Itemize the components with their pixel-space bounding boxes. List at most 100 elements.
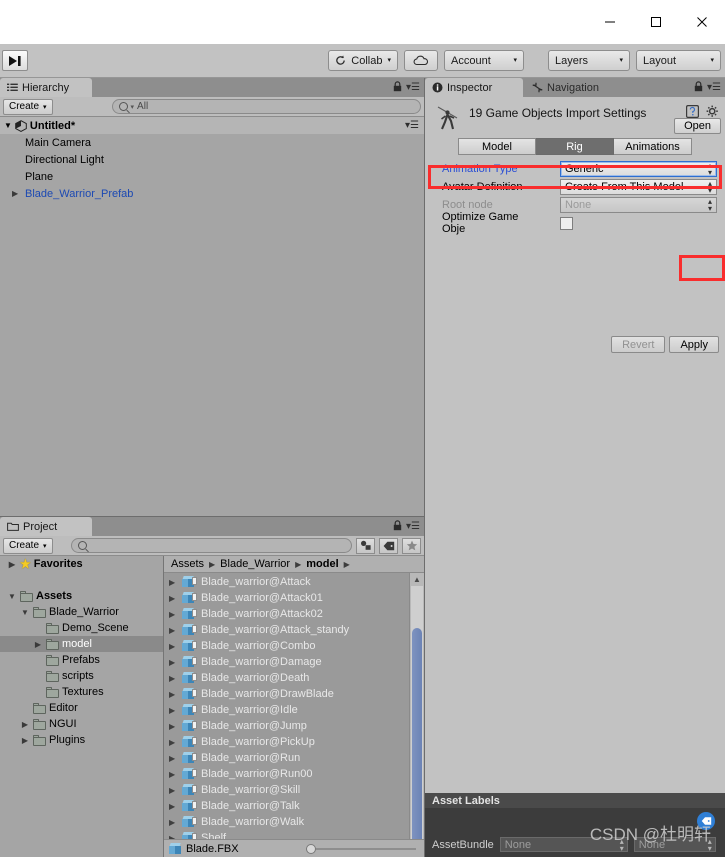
- lock-icon[interactable]: [393, 520, 402, 534]
- file-list-item[interactable]: ▶ Blade_warrior@PickUp: [164, 734, 424, 750]
- hierarchy-search-input[interactable]: ▾ All: [111, 99, 421, 114]
- panel-menu-icon[interactable]: ▾☰: [406, 82, 420, 93]
- file-list-item[interactable]: ▶ Blade_warrior@Damage: [164, 654, 424, 670]
- chevron-right-icon[interactable]: ▶: [169, 722, 179, 731]
- project-tree-item[interactable]: scripts: [0, 668, 163, 684]
- chevron-down-icon[interactable]: ▼: [4, 121, 12, 130]
- file-list-item[interactable]: ▶ Blade_warrior@Attack01: [164, 590, 424, 606]
- tab-hierarchy[interactable]: Hierarchy: [0, 78, 92, 97]
- hierarchy-scene-root[interactable]: ▼ Untitled* ▾☰: [0, 117, 424, 134]
- icon-size-slider[interactable]: [306, 843, 416, 855]
- chevron-right-icon[interactable]: ▶: [169, 754, 179, 763]
- collab-button[interactable]: Collab ▾: [328, 50, 398, 71]
- chevron-right-icon[interactable]: ▶: [169, 802, 179, 811]
- label-filter-icon[interactable]: [379, 537, 398, 554]
- breadcrumb-segment[interactable]: model: [306, 558, 338, 570]
- chevron-right-icon[interactable]: ▶: [20, 736, 30, 745]
- apply-button[interactable]: Apply: [669, 336, 719, 353]
- chevron-right-icon[interactable]: ▶: [169, 786, 179, 795]
- tab-navigation[interactable]: Navigation: [525, 78, 608, 97]
- hierarchy-item[interactable]: Plane: [0, 168, 424, 185]
- project-tree-item[interactable]: ▶ Plugins: [0, 732, 163, 748]
- chevron-right-icon[interactable]: ▶: [169, 770, 179, 779]
- assetbundle-dropdown[interactable]: None ▴ ▾: [499, 837, 628, 852]
- file-list-item[interactable]: ▶ Blade_warrior@Attack_standy: [164, 622, 424, 638]
- type-filter-icon[interactable]: [356, 537, 375, 554]
- file-list-item[interactable]: ▶ Blade_warrior@Skill: [164, 782, 424, 798]
- tab-project[interactable]: Project: [0, 517, 92, 536]
- tab-inspector[interactable]: Inspector: [425, 78, 523, 97]
- open-button[interactable]: Open: [674, 118, 721, 134]
- project-tree-item[interactable]: ▶ ★ Favorites: [0, 556, 163, 572]
- minimize-icon[interactable]: [587, 0, 633, 44]
- chevron-down-icon[interactable]: ▼: [20, 608, 30, 617]
- revert-button[interactable]: Revert: [611, 336, 666, 353]
- scrollbar-thumb[interactable]: [412, 628, 422, 847]
- project-tree-item[interactable]: ▼ Blade_Warrior: [0, 604, 163, 620]
- hierarchy-create-button[interactable]: Create ▾: [3, 98, 53, 115]
- layers-button[interactable]: Layers ▾: [548, 50, 630, 71]
- chevron-right-icon[interactable]: ▶: [169, 578, 179, 587]
- file-list-item[interactable]: ▶ Blade_warrior@Attack: [164, 574, 424, 590]
- file-list-item[interactable]: ▶ Blade_warrior@Idle: [164, 702, 424, 718]
- file-list-item[interactable]: ▶ Blade_warrior@Run: [164, 750, 424, 766]
- project-tree-item[interactable]: ▼ Assets: [0, 588, 163, 604]
- scroll-up-arrow-icon[interactable]: ▲: [410, 573, 424, 586]
- chevron-right-icon[interactable]: ▶: [20, 720, 30, 729]
- chevron-right-icon[interactable]: ▶: [169, 818, 179, 827]
- assetbundle-variant-dropdown[interactable]: None ▴ ▾: [633, 837, 716, 852]
- import-tab-model[interactable]: Model: [458, 138, 536, 155]
- file-list-item[interactable]: ▶ Blade_warrior@Combo: [164, 638, 424, 654]
- field-dropdown[interactable]: None ▴ ▾: [560, 197, 717, 213]
- chevron-right-icon[interactable]: ▶: [169, 658, 179, 667]
- chevron-right-icon[interactable]: ▶: [169, 626, 179, 635]
- field-dropdown[interactable]: Generic ▴ ▾: [560, 161, 717, 177]
- file-list-item[interactable]: ▶ Blade_warrior@Run00: [164, 766, 424, 782]
- project-create-button[interactable]: Create ▾: [3, 537, 53, 554]
- project-tree-item[interactable]: Textures: [0, 684, 163, 700]
- lock-icon[interactable]: [694, 81, 703, 95]
- file-list-item[interactable]: ▶ Blade_warrior@Talk: [164, 798, 424, 814]
- chevron-right-icon[interactable]: ▶: [169, 738, 179, 747]
- breadcrumb-segment[interactable]: Assets: [171, 558, 204, 570]
- project-tree-item[interactable]: Prefabs: [0, 652, 163, 668]
- layout-button[interactable]: Layout ▾: [636, 50, 721, 71]
- breadcrumb-segment[interactable]: Blade_Warrior: [220, 558, 290, 570]
- file-list-item[interactable]: ▶ Blade_warrior@Attack02: [164, 606, 424, 622]
- chevron-down-icon[interactable]: ▼: [7, 592, 17, 601]
- chevron-right-icon[interactable]: ▶: [169, 642, 179, 651]
- file-list-item[interactable]: ▶ Blade_warrior@Death: [164, 670, 424, 686]
- label-tag-icon[interactable]: [697, 812, 715, 830]
- file-list-item[interactable]: ▶ Blade_warrior@Jump: [164, 718, 424, 734]
- favorite-star-icon[interactable]: [402, 537, 421, 554]
- project-search-input[interactable]: [70, 538, 352, 553]
- chevron-right-icon[interactable]: ▶: [169, 706, 179, 715]
- import-tab-rig[interactable]: Rig: [536, 138, 614, 155]
- hierarchy-item[interactable]: ▶ Blade_Warrior_Prefab: [0, 185, 424, 202]
- file-list-item[interactable]: ▶ Blade_warrior@Walk: [164, 814, 424, 830]
- hierarchy-item[interactable]: Main Camera: [0, 134, 424, 151]
- lock-icon[interactable]: [393, 81, 402, 95]
- project-tree-item[interactable]: Demo_Scene: [0, 620, 163, 636]
- hierarchy-item[interactable]: Directional Light: [0, 151, 424, 168]
- chevron-right-icon[interactable]: ▶: [169, 674, 179, 683]
- slider-knob[interactable]: [306, 843, 316, 854]
- close-icon[interactable]: [679, 0, 725, 44]
- project-tree-item[interactable]: ▶ NGUI: [0, 716, 163, 732]
- project-tree-item[interactable]: ▶ model: [0, 636, 163, 652]
- chevron-right-icon[interactable]: ▶: [169, 594, 179, 603]
- chevron-right-icon[interactable]: ▶: [12, 189, 23, 198]
- account-button[interactable]: Account ▾: [444, 50, 524, 71]
- optimize-game-objects-checkbox[interactable]: [560, 216, 573, 230]
- cloud-button[interactable]: [404, 50, 438, 71]
- project-scrollbar[interactable]: ▲ ▼: [409, 573, 424, 857]
- maximize-icon[interactable]: [633, 0, 679, 44]
- scene-menu-icon[interactable]: ▾☰: [405, 120, 419, 131]
- file-list-item[interactable]: ▶ Blade_warrior@DrawBlade: [164, 686, 424, 702]
- chevron-right-icon[interactable]: ▶: [7, 560, 17, 569]
- chevron-right-icon[interactable]: ▶: [169, 690, 179, 699]
- project-tree-item[interactable]: Editor: [0, 700, 163, 716]
- import-tab-animations[interactable]: Animations: [614, 138, 692, 155]
- field-dropdown[interactable]: Create From This Model ▴ ▾: [560, 179, 717, 195]
- chevron-right-icon[interactable]: ▶: [33, 640, 43, 649]
